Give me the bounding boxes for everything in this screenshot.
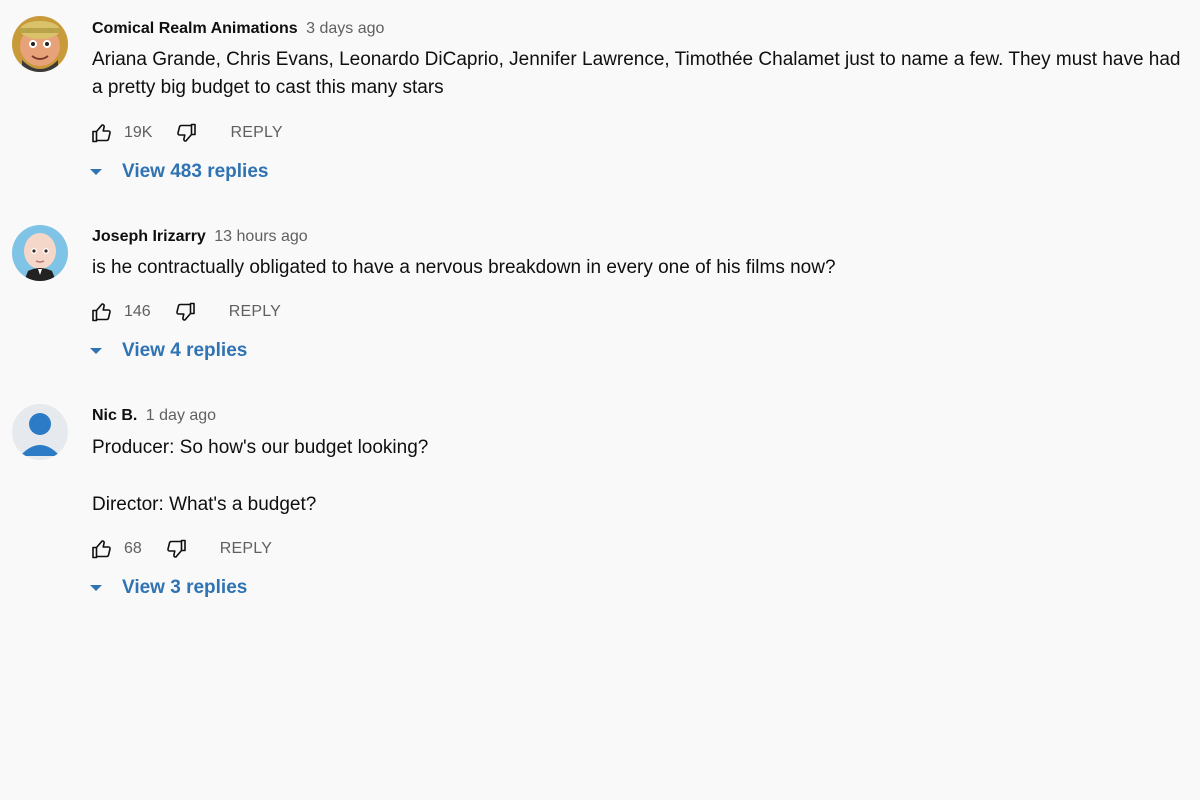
view-replies-button[interactable]: View 483 replies — [88, 158, 268, 186]
caret-down-icon — [88, 583, 104, 593]
cartoon-avatar-icon — [12, 16, 68, 72]
reply-button[interactable]: REPLY — [230, 124, 282, 142]
like-count: 68 — [124, 540, 142, 557]
view-replies-label: View 3 replies — [122, 577, 248, 598]
thumbs-up-icon — [92, 303, 111, 322]
author-avatar[interactable] — [12, 16, 68, 72]
dislike-button[interactable] — [164, 537, 188, 561]
comment-header: Nic B. 1 day ago — [92, 405, 216, 427]
like-button[interactable] — [90, 300, 114, 324]
comment-timestamp[interactable]: 3 days ago — [306, 20, 384, 37]
dislike-button[interactable] — [173, 300, 197, 324]
caret-down-icon — [88, 346, 104, 356]
like-button[interactable] — [90, 537, 114, 561]
like-button[interactable] — [90, 121, 114, 145]
comment-toolbar: 19K REPLY — [90, 121, 283, 145]
like-count: 19K — [124, 124, 153, 141]
comment-text-line: Producer: So how's our budget looking? — [92, 437, 429, 458]
thumbs-up-icon — [92, 124, 111, 143]
view-replies-label: View 483 replies — [122, 161, 269, 182]
comment-text-line: Director: What's a budget? — [92, 494, 317, 515]
default-user-avatar-icon — [12, 404, 68, 460]
author-name[interactable]: Comical Realm Animations — [92, 20, 298, 37]
thumbs-down-icon — [175, 302, 195, 321]
view-replies-button[interactable]: View 3 replies — [88, 574, 247, 602]
author-name[interactable]: Joseph Irizarry — [92, 228, 206, 245]
view-replies-button[interactable]: View 4 replies — [88, 337, 247, 365]
thumbs-down-icon — [166, 539, 186, 558]
view-replies-label: View 4 replies — [122, 340, 248, 361]
author-avatar[interactable] — [12, 404, 68, 460]
thumbs-up-icon — [92, 540, 111, 559]
comment-text: Producer: So how's our budget looking? D… — [92, 434, 1182, 519]
author-avatar[interactable] — [12, 225, 68, 281]
comment-text-line: Ariana Grande, Chris Evans, Leonardo DiC… — [92, 49, 1181, 98]
dislike-button[interactable] — [174, 121, 198, 145]
comment-toolbar: 68 REPLY — [90, 537, 272, 561]
like-count: 146 — [124, 303, 151, 320]
thumbs-down-icon — [177, 123, 197, 142]
comment-timestamp[interactable]: 13 hours ago — [214, 228, 307, 245]
reply-button[interactable]: REPLY — [220, 540, 272, 558]
baby-avatar-icon — [12, 225, 68, 281]
comment-text-line: is he contractually obligated to have a … — [92, 257, 836, 278]
comment-text: Ariana Grande, Chris Evans, Leonardo DiC… — [92, 46, 1182, 102]
reply-button[interactable]: REPLY — [229, 303, 281, 321]
author-name[interactable]: Nic B. — [92, 407, 137, 424]
comment-text: is he contractually obligated to have a … — [92, 254, 1182, 282]
caret-down-icon — [88, 167, 104, 177]
comment-header: Joseph Irizarry 13 hours ago — [92, 226, 308, 248]
comment-toolbar: 146 REPLY — [90, 300, 281, 324]
comment-header: Comical Realm Animations 3 days ago — [92, 18, 384, 40]
comment-timestamp[interactable]: 1 day ago — [146, 407, 216, 424]
